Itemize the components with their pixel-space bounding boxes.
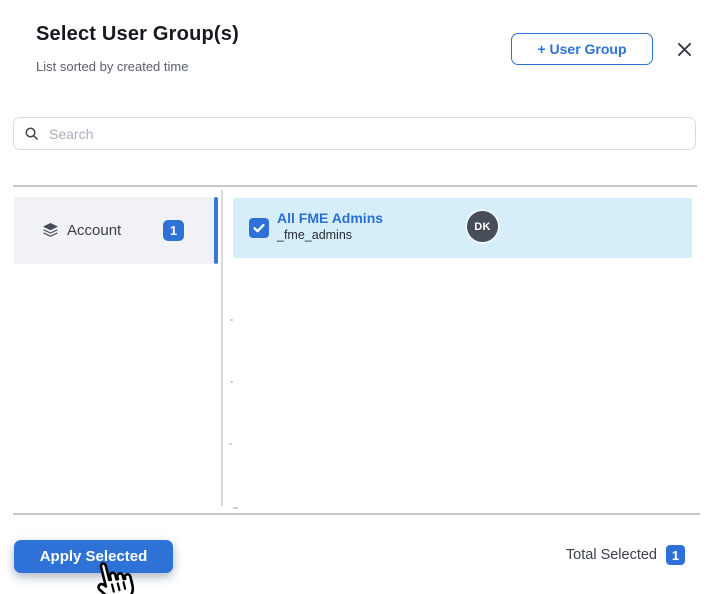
group-row-all-fme-admins[interactable]: All FME Admins _fme_admins DK xyxy=(233,198,692,258)
select-user-groups-dialog: Select User Group(s) List sorted by crea… xyxy=(0,0,718,594)
group-id: _fme_admins xyxy=(277,228,353,242)
search-icon xyxy=(25,127,38,140)
add-user-group-button[interactable]: + User Group xyxy=(511,33,653,65)
group-text: All FME Admins _fme_admins xyxy=(277,210,383,243)
total-selected-label: Total Selected xyxy=(565,547,657,563)
sidebar-item-account[interactable]: Account 1 xyxy=(14,197,218,264)
divider xyxy=(13,513,700,515)
close-icon[interactable] xyxy=(672,37,696,61)
sort-note: List sorted by created time xyxy=(36,59,189,74)
group-name[interactable]: All FME Admins xyxy=(277,210,383,227)
list-placeholder-dot xyxy=(230,319,233,321)
avatar: DK xyxy=(467,211,498,242)
divider xyxy=(221,190,223,506)
page-title: Select User Group(s) xyxy=(36,23,239,45)
total-selected-badge: 1 xyxy=(666,545,685,565)
divider xyxy=(13,185,697,187)
list-placeholder-dot xyxy=(229,443,232,445)
checkbox-checked-icon[interactable] xyxy=(249,218,269,238)
account-count-badge: 1 xyxy=(163,220,184,241)
search-input[interactable] xyxy=(47,124,685,143)
search-box[interactable] xyxy=(13,117,696,150)
layers-icon xyxy=(41,221,60,240)
list-placeholder-dot xyxy=(230,381,233,383)
sidebar-item-label: Account xyxy=(67,222,122,239)
total-selected: Total Selected 1 xyxy=(566,545,685,565)
active-indicator xyxy=(214,197,218,264)
list-placeholder-dot xyxy=(233,507,238,509)
